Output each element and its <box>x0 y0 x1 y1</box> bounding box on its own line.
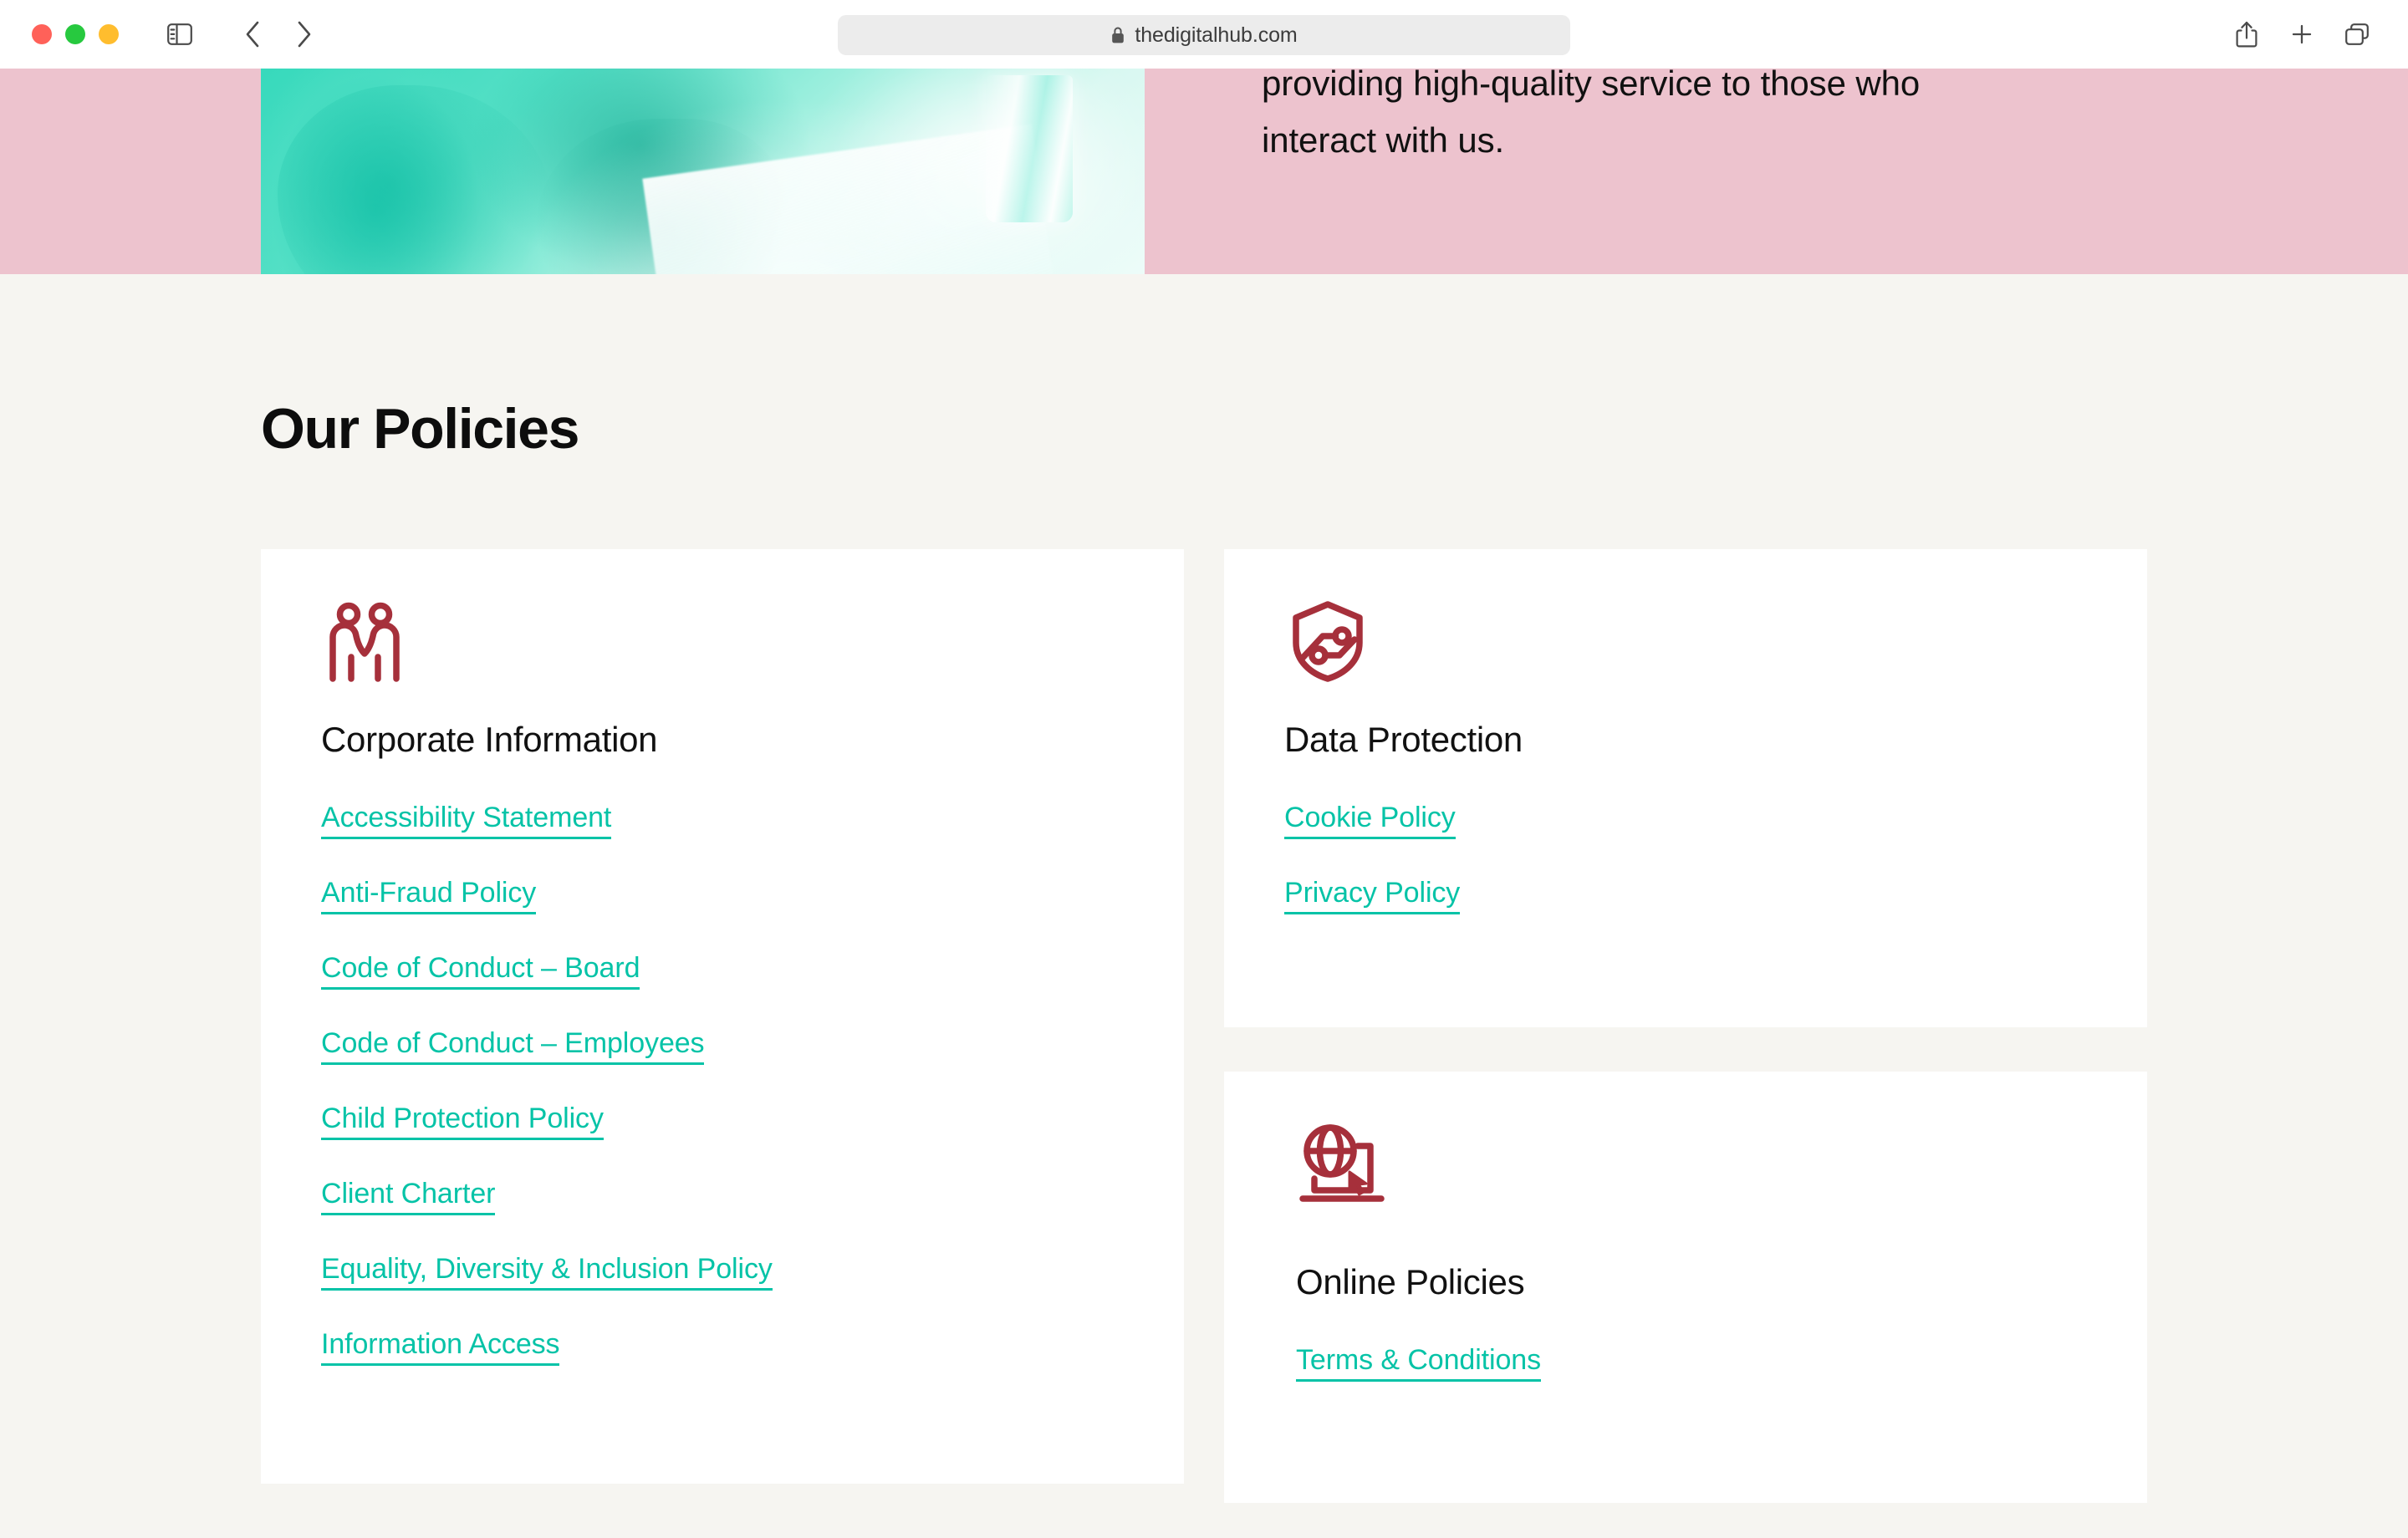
sidebar-toggle-icon[interactable] <box>161 15 199 53</box>
policy-link-list: Terms & Conditions <box>1296 1344 2087 1382</box>
policy-cards-right-column: Data Protection Cookie Policy Privacy Po… <box>1224 549 2147 1503</box>
policy-link[interactable]: Information Access <box>321 1328 560 1366</box>
policy-link-list: Accessibility Statement Anti-Fraud Polic… <box>321 802 1124 1366</box>
window-controls <box>32 24 119 44</box>
toolbar-right-icons <box>2227 15 2376 53</box>
policy-card-data-protection: Data Protection Cookie Policy Privacy Po… <box>1224 549 2147 1027</box>
globe-laptop-icon <box>1296 1120 2087 1207</box>
policy-link[interactable]: Child Protection Policy <box>321 1103 604 1140</box>
back-icon[interactable] <box>234 15 273 53</box>
policy-link-list: Cookie Policy Privacy Policy <box>1284 802 2087 914</box>
browser-toolbar: thedigitalhub.com <box>0 0 2408 69</box>
minimize-window-button[interactable] <box>65 24 85 44</box>
forward-icon[interactable] <box>284 15 323 53</box>
policy-link[interactable]: Privacy Policy <box>1284 877 1460 914</box>
page-title: Our Policies <box>261 397 579 461</box>
address-bar[interactable]: thedigitalhub.com <box>838 15 1570 55</box>
url-text: thedigitalhub.com <box>1135 23 1298 47</box>
policy-link[interactable]: Accessibility Statement <box>321 802 611 839</box>
hero-paragraph-line-2: interact with us. <box>1262 120 1505 160</box>
policy-cards-grid: Corporate Information Accessibility Stat… <box>261 549 2147 1503</box>
new-tab-icon[interactable] <box>2283 15 2321 53</box>
policy-link[interactable]: Cookie Policy <box>1284 802 1456 839</box>
policy-card-online-policies: Online Policies Terms & Conditions <box>1224 1072 2147 1503</box>
page-viewport: providing high-quality service to those … <box>0 69 2408 1538</box>
share-icon[interactable] <box>2227 15 2266 53</box>
tab-overview-icon[interactable] <box>2338 15 2376 53</box>
policy-card-heading: Corporate Information <box>321 720 658 759</box>
shield-circuit-icon <box>1284 598 2087 685</box>
close-window-button[interactable] <box>32 24 52 44</box>
policy-card-heading: Online Policies <box>1296 1262 1525 1301</box>
policy-link[interactable]: Terms & Conditions <box>1296 1344 1541 1382</box>
hero-paragraph-line-1: providing high-quality service to those … <box>1262 69 1921 103</box>
policy-link[interactable]: Client Charter <box>321 1178 495 1215</box>
browser-window: thedigitalhub.com providing high-quality… <box>0 0 2408 1538</box>
policy-link[interactable]: Code of Conduct – Board <box>321 952 640 990</box>
policies-section: Our Policies Corporate Information Acces… <box>0 396 2408 1503</box>
hero-band: providing high-quality service to those … <box>0 69 2408 274</box>
hero-image <box>261 69 1145 274</box>
policy-link[interactable]: Code of Conduct – Employees <box>321 1027 705 1065</box>
navigation-buttons <box>234 15 323 53</box>
maximize-window-button[interactable] <box>99 24 119 44</box>
lock-icon <box>1110 26 1125 44</box>
policy-link[interactable]: Anti-Fraud Policy <box>321 877 536 914</box>
two-people-handshake-icon <box>321 598 1124 685</box>
policy-card-corporate-information: Corporate Information Accessibility Stat… <box>261 549 1184 1484</box>
hero-image-glass <box>986 75 1073 222</box>
policy-card-heading: Data Protection <box>1284 720 1523 759</box>
policy-link[interactable]: Equality, Diversity & Inclusion Policy <box>321 1253 773 1291</box>
hero-paragraph: providing high-quality service to those … <box>1262 69 2148 169</box>
